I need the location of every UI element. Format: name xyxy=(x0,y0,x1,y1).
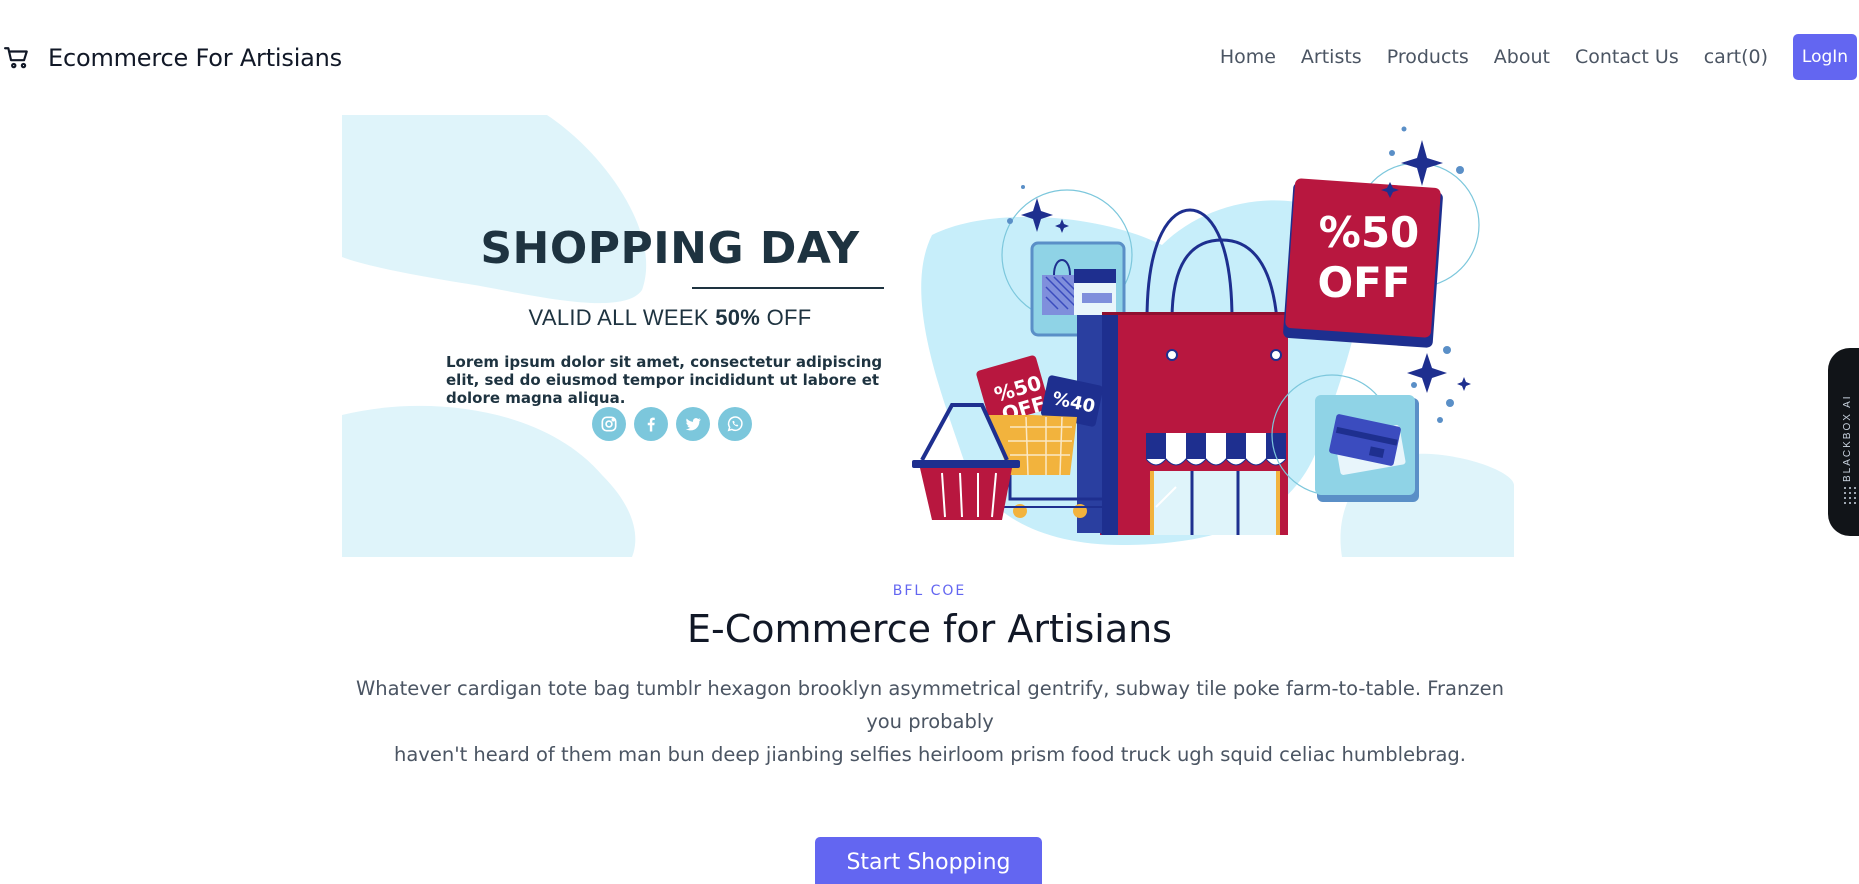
banner-illustration: %50 OFF %50 OFF %40 xyxy=(342,115,1514,557)
brand[interactable]: Ecommerce For Artisians xyxy=(4,44,342,72)
description-line-1: Whatever cardigan tote bag tumblr hexago… xyxy=(356,677,1504,733)
badge-big-text-1: %50 xyxy=(1319,208,1420,257)
nav-cart[interactable]: cart(0) xyxy=(1704,46,1768,68)
start-shopping-button[interactable]: Start Shopping xyxy=(815,837,1042,884)
site-header: Ecommerce For Artisians Home Artists Pro… xyxy=(0,0,1859,118)
valid-prefix: VALID ALL WEEK xyxy=(528,305,716,330)
section-heading: E-Commerce for Artisians xyxy=(687,607,1172,651)
title-underline xyxy=(692,287,884,289)
whatsapp-icon[interactable] xyxy=(718,407,752,441)
nav-contact-us[interactable]: Contact Us xyxy=(1575,46,1679,68)
banner-lorem: Lorem ipsum dolor sit amet, consectetur … xyxy=(446,353,883,407)
blackbox-ai-label: BLACKBOX AI xyxy=(1842,394,1853,482)
shopping-cart-icon xyxy=(4,47,28,69)
valid-discount: 50% xyxy=(715,305,761,330)
banner-title: SHOPPING DAY xyxy=(480,223,860,274)
twitter-icon[interactable] xyxy=(676,407,710,441)
login-button[interactable]: LogIn xyxy=(1793,34,1857,80)
social-links xyxy=(592,407,760,441)
main-nav: Home Artists Products About Contact Us c… xyxy=(1220,34,1859,80)
nav-products[interactable]: Products xyxy=(1387,46,1469,68)
nav-about[interactable]: About xyxy=(1494,46,1550,68)
description-line-2: haven't heard of them man bun deep jianb… xyxy=(394,743,1466,766)
banner-valid-line: VALID ALL WEEK 50% OFF xyxy=(470,305,870,331)
nav-home[interactable]: Home xyxy=(1220,46,1276,68)
valid-suffix: OFF xyxy=(760,305,812,330)
facebook-icon[interactable] xyxy=(634,407,668,441)
badge-big-text-2: OFF xyxy=(1317,258,1410,307)
section-description: Whatever cardigan tote bag tumblr hexago… xyxy=(340,672,1520,771)
hero-banner: %50 OFF %50 OFF %40 SHOPPING DAY VALID A… xyxy=(342,115,1514,557)
brand-name: Ecommerce For Artisians xyxy=(48,44,342,72)
nav-artists[interactable]: Artists xyxy=(1301,46,1362,68)
section-tag: BFL COE xyxy=(892,583,967,599)
instagram-icon[interactable] xyxy=(592,407,626,441)
dots-icon xyxy=(1844,487,1856,504)
